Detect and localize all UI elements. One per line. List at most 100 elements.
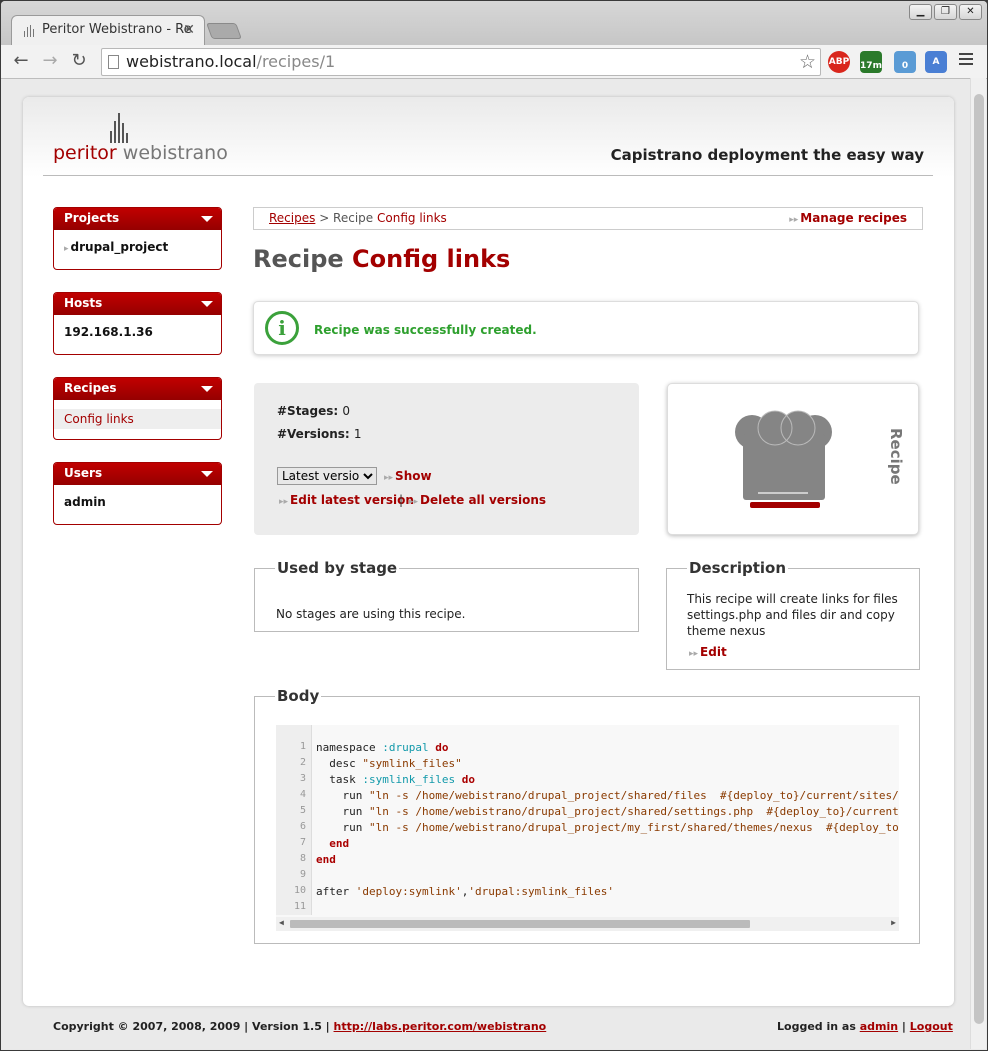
users-box: Users admin [53,462,222,525]
breadcrumb: Recipes > Recipe Config links ▸▸ Manage r… [253,207,923,230]
sidebar-item-admin[interactable]: admin [54,485,221,519]
code-line: task :symlink_files do [316,773,475,786]
scrollbar-thumb[interactable] [290,920,750,928]
header-divider [43,175,933,176]
caret-down-icon[interactable] [201,386,213,392]
flash-message: Recipe was successfully created. [314,323,537,337]
tagline: Capistrano deployment the easy way [610,146,924,164]
used-by-stage-panel: Used by stage No stages are using this r… [254,559,639,632]
versions-count: #Versions: 1 [277,427,362,441]
double-arrow-icon: ▸▸ [689,649,699,659]
horizontal-scrollbar[interactable]: ◀ ▶ [276,917,899,931]
projects-header[interactable]: Projects [54,208,221,230]
page-sheet: peritor webistrano Capistrano deployment… [23,97,954,1006]
version-select[interactable]: Latest version [277,467,377,485]
vertical-scrollbar[interactable] [970,78,986,1049]
code-viewer[interactable]: 1 namespace :drupal do 2 desc "symlink_fil… [276,725,899,931]
code-line: end [329,837,350,850]
code-line: end [316,853,336,866]
footer-webistrano-link[interactable]: http://labs.peritor.com/webistrano [334,1020,547,1033]
address-bar[interactable]: webistrano.local/recipes/1 ☆ [101,48,821,76]
page-viewport: peritor webistrano Capistrano deployment… [1,79,971,1049]
site-logo[interactable]: peritor webistrano [53,142,228,164]
back-icon[interactable]: ← [10,50,32,71]
tab-close-icon[interactable]: ✕ [183,22,195,38]
scroll-right-icon[interactable]: ▶ [891,918,896,927]
webistrano-favicon-icon [23,25,35,37]
close-window-button[interactable]: ✕ [959,4,982,20]
body-title: Body [277,687,320,705]
sidebar-item-config-links[interactable]: Config links [54,409,221,429]
caret-down-icon[interactable] [201,301,213,307]
caret-down-icon[interactable] [201,471,213,477]
tab-title: Peritor Webistrano - Re [42,22,192,37]
reload-icon[interactable]: ↻ [68,50,90,71]
description-title: Description [689,559,787,577]
weather-icon[interactable]: 17m [860,51,882,73]
recipe-card-label: Recipe [887,428,905,485]
double-arrow-icon: ▸▸ [409,497,419,507]
manage-recipes-link[interactable]: ▸▸ Manage recipes [789,211,907,225]
code-line: run "ln -s /home/webistrano/drupal_proje… [316,805,899,818]
browser-tab[interactable]: Peritor Webistrano - Re ✕ [11,15,205,45]
new-tab-button[interactable] [206,23,242,39]
line-number: 9 [299,869,306,880]
hosts-header[interactable]: Hosts [54,293,221,315]
double-arrow-icon: ▸▸ [279,497,289,507]
projects-box: Projects ▸ drupal_project [53,207,222,270]
scroll-left-icon[interactable]: ◀ [279,918,284,927]
code-line: after 'deploy:symlink','drupal:symlink_f… [316,885,615,898]
breadcrumb-current: Config links [377,211,447,225]
hosts-box: Hosts 192.168.1.36 [53,292,222,355]
code-line: namespace :drupal do [316,741,449,754]
show-link[interactable]: ▸▸ Show [384,469,432,483]
sidebar-item-host[interactable]: 192.168.1.36 [54,315,221,349]
double-arrow-icon: ▸▸ [789,215,799,225]
caret-down-icon[interactable] [201,216,213,222]
description-text: This recipe will create links for files … [687,592,898,638]
line-number: 4 [299,789,306,800]
line-number: 11 [293,901,306,912]
code-line: run "ln -s /home/webistrano/drupal_proje… [316,789,899,802]
users-header[interactable]: Users [54,463,221,485]
forward-icon[interactable]: → [39,50,61,71]
description-panel: Description This recipe will create link… [666,559,920,670]
adblock-icon[interactable]: ABP [828,51,850,73]
scrollbar-thumb[interactable] [974,94,984,1024]
line-number: 10 [293,885,306,896]
translate-icon[interactable]: A [925,51,947,73]
code-line: desc "symlink_files" [316,757,462,770]
footer-user-link[interactable]: admin [860,1020,898,1033]
minimize-button[interactable]: ▁ [909,4,932,20]
browser-toolbar: ← → ↻ webistrano.local/recipes/1 ☆ ABP 1… [1,45,987,79]
edit-description-link[interactable]: ▸▸ Edit [689,645,727,659]
site-header: peritor webistrano Capistrano deployment… [23,97,954,177]
line-number: 5 [299,805,306,816]
double-arrow-icon: ▸▸ [384,473,394,483]
recipes-box: Recipes Config links [53,377,222,440]
logout-link[interactable]: Logout [910,1020,953,1033]
breadcrumb-recipes-link[interactable]: Recipes [269,211,315,225]
stages-count: #Stages: 0 [277,404,351,418]
info-icon: i [265,311,299,345]
ghost-icon[interactable]: 0 [894,51,916,73]
line-number: 8 [299,853,306,864]
line-number: 1 [299,741,306,752]
recipes-header[interactable]: Recipes [54,378,221,400]
used-by-stage-text: No stages are using this recipe. [276,607,466,621]
url-path: /recipes/1 [256,52,336,71]
link-separator: | [399,493,404,507]
footer-login: Logged in as admin | Logout [777,1020,953,1033]
line-number: 2 [299,757,306,768]
sidebar-item-drupal-project[interactable]: ▸ drupal_project [54,230,221,264]
recipe-card: Recipe [667,383,919,535]
edit-latest-version-link[interactable]: ▸▸ Edit latest version [279,493,414,507]
maximize-button[interactable]: ❐ [934,4,957,20]
code-line: run "ln -s /home/webistrano/drupal_proje… [316,821,899,834]
chrome-menu-icon[interactable] [959,53,973,68]
url-host: webistrano.local [126,52,257,71]
bookmark-star-icon[interactable]: ☆ [799,49,816,75]
recipe-stats: #Stages: 0 #Versions: 1 Latest version ▸… [254,383,639,535]
line-number: 3 [299,773,306,784]
delete-all-versions-link[interactable]: ▸▸ Delete all versions [409,493,546,507]
